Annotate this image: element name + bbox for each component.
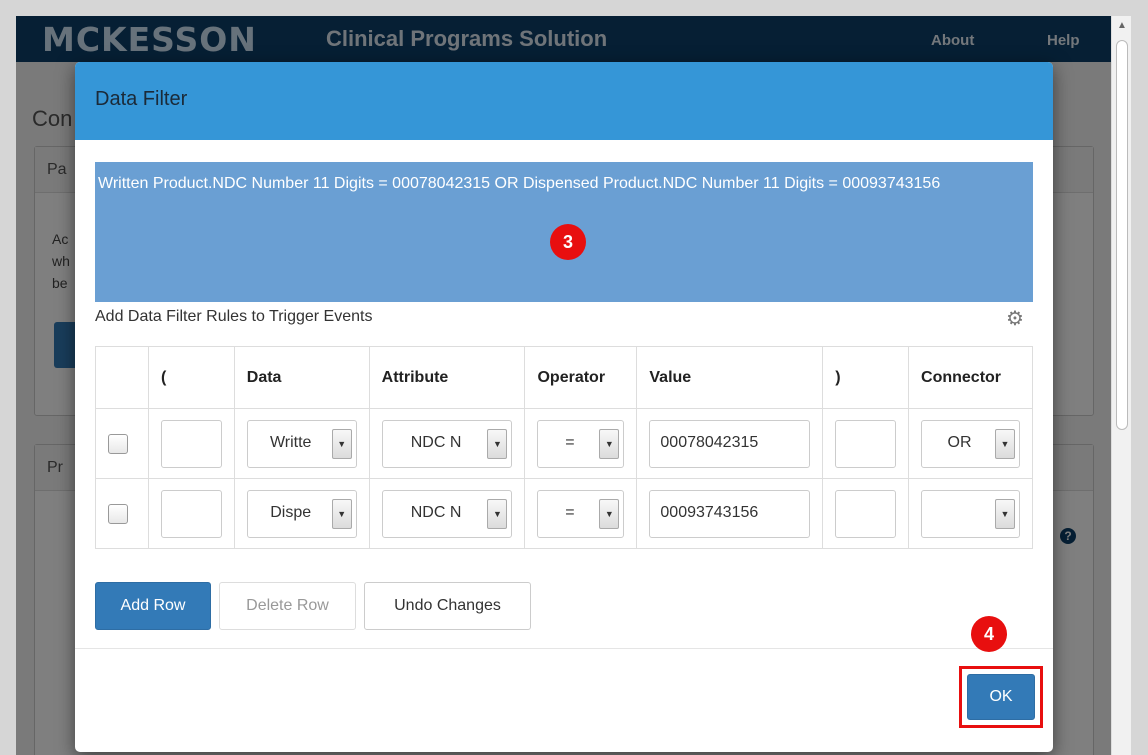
table-row: Writte ▼ NDC N ▼ = ▼ 00078042315 OR ▼: [95, 408, 1033, 479]
undo-changes-button[interactable]: Undo Changes: [364, 582, 531, 630]
row-checkbox[interactable]: [108, 503, 128, 524]
column-header-select: [95, 346, 149, 409]
column-header-data: Data: [233, 346, 370, 409]
open-paren-cell: [147, 478, 235, 549]
close-paren-input[interactable]: [835, 419, 897, 468]
dialog-title: Data Filter: [95, 88, 188, 110]
data-select[interactable]: Writte ▼: [246, 419, 357, 468]
dropdown-arrow-icon[interactable]: ▼: [599, 498, 620, 529]
attribute-select[interactable]: NDC N ▼: [381, 489, 513, 538]
row-select-cell: [95, 478, 149, 549]
operator-cell: = ▼: [524, 478, 638, 549]
connector-cell: OR ▼: [908, 408, 1033, 479]
gear-icon[interactable]: ⚙: [1006, 306, 1024, 331]
column-header-operator: Operator: [524, 346, 638, 409]
dropdown-arrow-icon[interactable]: ▼: [995, 498, 1015, 529]
table-header-row: ( Data Attribute Operator Value ) Connec…: [95, 346, 1033, 409]
page-scrollbar[interactable]: ▲: [1111, 16, 1131, 755]
scroll-thumb[interactable]: [1116, 40, 1128, 430]
row-checkbox[interactable]: [108, 433, 128, 454]
column-header-close-paren: ): [822, 346, 910, 409]
operator-cell: = ▼: [524, 408, 638, 479]
data-cell: Dispe ▼: [233, 478, 370, 549]
delete-row-button: Delete Row: [219, 582, 356, 630]
close-paren-input[interactable]: [835, 489, 897, 538]
data-select-value: Writte: [269, 433, 312, 451]
connector-select-value: OR: [947, 433, 972, 451]
dropdown-arrow-icon[interactable]: ▼: [487, 498, 508, 529]
operator-select[interactable]: = ▼: [537, 419, 625, 468]
dropdown-arrow-icon[interactable]: ▼: [331, 428, 352, 459]
attribute-cell: NDC N ▼: [368, 478, 526, 549]
column-header-open-paren: (: [147, 346, 235, 409]
row-select-cell: [95, 408, 149, 479]
filter-rules-table: ( Data Attribute Operator Value ) Connec…: [95, 346, 1033, 549]
close-paren-cell: [822, 408, 910, 479]
column-header-connector: Connector: [908, 346, 1033, 409]
dropdown-arrow-icon[interactable]: ▼: [599, 428, 620, 459]
data-filter-dialog: Data Filter Written Product.NDC Number 1…: [75, 62, 1053, 752]
value-cell: 00078042315: [636, 408, 824, 479]
value-input[interactable]: 00078042315: [649, 419, 811, 468]
connector-select[interactable]: OR ▼: [921, 419, 1020, 468]
data-select-value: Dispe: [270, 503, 312, 521]
attribute-select-value: NDC N: [410, 503, 462, 521]
scroll-up-arrow-icon[interactable]: ▲: [1112, 16, 1132, 36]
attribute-cell: NDC N ▼: [368, 408, 526, 479]
attribute-select-value: NDC N: [410, 433, 462, 451]
open-paren-input[interactable]: [160, 419, 222, 468]
operator-select-value: =: [565, 433, 575, 451]
dropdown-arrow-icon[interactable]: ▼: [331, 498, 352, 529]
close-paren-cell: [822, 478, 910, 549]
column-header-value: Value: [636, 346, 824, 409]
rules-label: Add Data Filter Rules to Trigger Events: [95, 308, 373, 325]
dropdown-arrow-icon[interactable]: ▼: [995, 428, 1015, 459]
ok-button[interactable]: OK: [967, 674, 1035, 720]
dropdown-arrow-icon[interactable]: ▼: [487, 428, 508, 459]
operator-select-value: =: [565, 503, 575, 521]
dialog-header: Data Filter: [75, 62, 1053, 140]
column-header-attribute: Attribute: [368, 346, 526, 409]
table-row: Dispe ▼ NDC N ▼ = ▼ 00093743156 ▼: [95, 478, 1033, 549]
open-paren-input[interactable]: [160, 489, 222, 538]
step-marker-4: 4: [971, 616, 1007, 652]
connector-select[interactable]: ▼: [921, 489, 1020, 538]
data-select[interactable]: Dispe ▼: [246, 489, 357, 538]
data-cell: Writte ▼: [233, 408, 370, 479]
connector-cell: ▼: [908, 478, 1033, 549]
attribute-select[interactable]: NDC N ▼: [381, 419, 513, 468]
step-marker-3: 3: [550, 224, 586, 260]
dialog-footer-divider: [75, 648, 1053, 649]
open-paren-cell: [147, 408, 235, 479]
operator-select[interactable]: = ▼: [537, 489, 625, 538]
value-cell: 00093743156: [636, 478, 824, 549]
add-row-button[interactable]: Add Row: [95, 582, 211, 630]
value-input[interactable]: 00093743156: [649, 489, 811, 538]
